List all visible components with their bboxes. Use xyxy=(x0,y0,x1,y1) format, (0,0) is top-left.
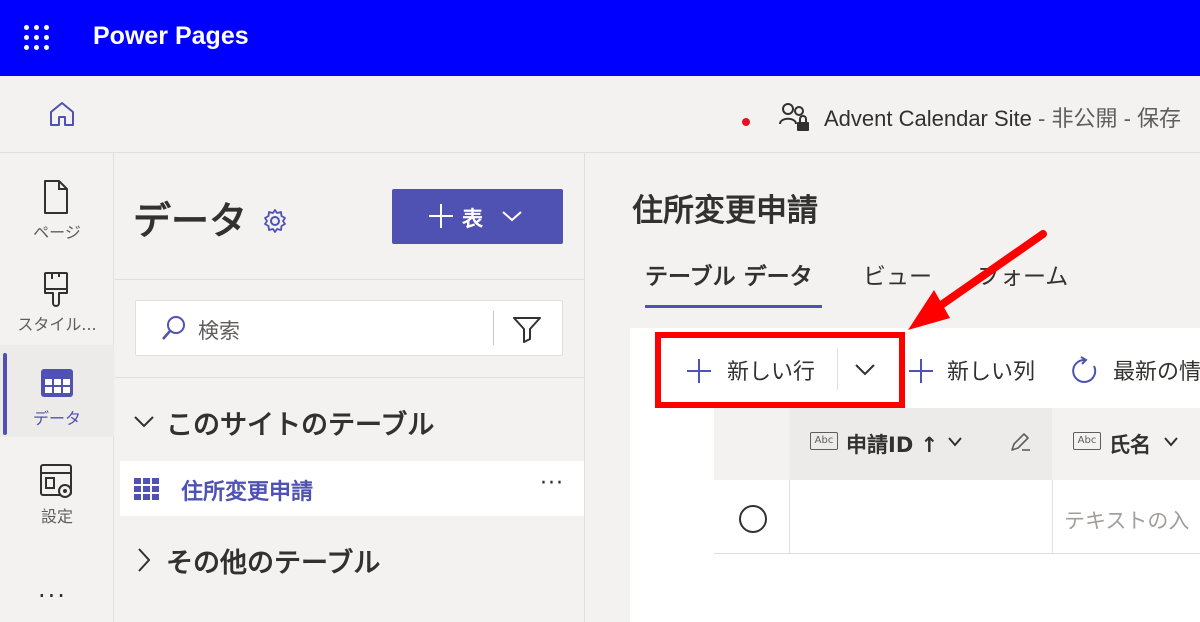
site-visibility: - 非公開 - 保存 xyxy=(1031,106,1182,131)
plus-icon xyxy=(909,359,933,383)
new-table-button[interactable]: 表 xyxy=(392,189,563,244)
page-icon xyxy=(44,180,68,214)
tab-forms[interactable]: フォーム xyxy=(977,257,1068,291)
table-grid-icon xyxy=(134,478,159,500)
chevron-right-icon xyxy=(138,548,151,572)
row-select-radio[interactable] xyxy=(739,505,767,533)
divider xyxy=(115,279,585,280)
refresh-icon xyxy=(1072,356,1097,383)
paintbrush-icon xyxy=(44,272,68,307)
settings-icon xyxy=(40,464,72,498)
edit-icon[interactable] xyxy=(1008,430,1032,454)
text-type-icon: Abc xyxy=(810,432,838,450)
divider xyxy=(1052,480,1053,554)
text-type-icon: Abc xyxy=(1073,432,1101,450)
app-launcher-icon[interactable] xyxy=(24,25,50,51)
active-tab-indicator xyxy=(645,305,822,308)
site-status[interactable]: Advent Calendar Site - 非公開 - 保存 xyxy=(824,101,1181,133)
new-table-label: 表 xyxy=(462,207,483,231)
rail-more-button[interactable]: ... xyxy=(38,575,67,603)
column-label: 氏名 xyxy=(1109,433,1151,457)
new-column-label: 新しい列 xyxy=(947,360,1036,385)
column-header-request-id[interactable]: Abc 申請ID ↑ xyxy=(790,408,1052,480)
table-name: 住所変更申請 xyxy=(181,480,314,505)
panel-title: データ xyxy=(133,199,248,243)
top-bar: Power Pages xyxy=(0,0,1200,76)
chevron-down-icon xyxy=(948,437,962,447)
highlight-box xyxy=(655,332,905,408)
tab-table-data[interactable]: テーブル データ xyxy=(645,257,813,291)
tab-views[interactable]: ビュー xyxy=(863,257,932,291)
filter-icon[interactable] xyxy=(512,315,542,343)
app-title[interactable]: Power Pages xyxy=(93,22,249,51)
column-label: 申請ID ↑ xyxy=(846,433,939,457)
chevron-down-icon xyxy=(1164,437,1178,447)
search-icon xyxy=(162,316,185,340)
rail-label: ページ xyxy=(33,223,81,242)
table-list-item[interactable]: 住所変更申請 ··· xyxy=(120,461,584,516)
rail-item-styles[interactable]: スタイル... xyxy=(0,251,114,343)
divider xyxy=(789,480,790,554)
rail-label: スタイル... xyxy=(17,315,97,334)
search-input[interactable]: 検索 xyxy=(135,300,563,356)
page-title: 住所変更申請 xyxy=(632,193,818,229)
chevron-down-icon xyxy=(502,211,522,222)
name-cell-placeholder[interactable]: テキストの入 xyxy=(1064,505,1189,535)
column-header-name[interactable]: Abc 氏名 xyxy=(1053,408,1200,480)
site-name: Advent Calendar Site xyxy=(824,106,1032,131)
refresh-label: 最新の情 xyxy=(1113,360,1200,385)
rail-item-settings[interactable]: 設定 xyxy=(0,443,114,535)
more-options-button[interactable]: ··· xyxy=(540,471,564,496)
gear-icon[interactable] xyxy=(262,208,288,234)
divider xyxy=(115,377,585,378)
rail-label: データ xyxy=(32,409,81,428)
table-icon xyxy=(41,369,73,397)
site-users-lock-icon xyxy=(779,103,809,131)
rail-item-data[interactable]: データ xyxy=(0,345,114,437)
divider xyxy=(493,311,494,345)
search-placeholder: 検索 xyxy=(198,319,240,343)
home-icon[interactable] xyxy=(46,98,78,130)
plus-icon xyxy=(429,204,453,228)
section-label: その他のテーブル xyxy=(166,548,381,579)
section-label: このサイトのテーブル xyxy=(166,410,435,441)
rail-label: 設定 xyxy=(40,507,73,526)
left-rail: ページ スタイル... データ 設定 xyxy=(0,153,114,622)
unsaved-indicator xyxy=(742,118,750,126)
rail-item-pages[interactable]: ページ xyxy=(0,159,114,251)
chevron-down-icon xyxy=(134,416,154,428)
